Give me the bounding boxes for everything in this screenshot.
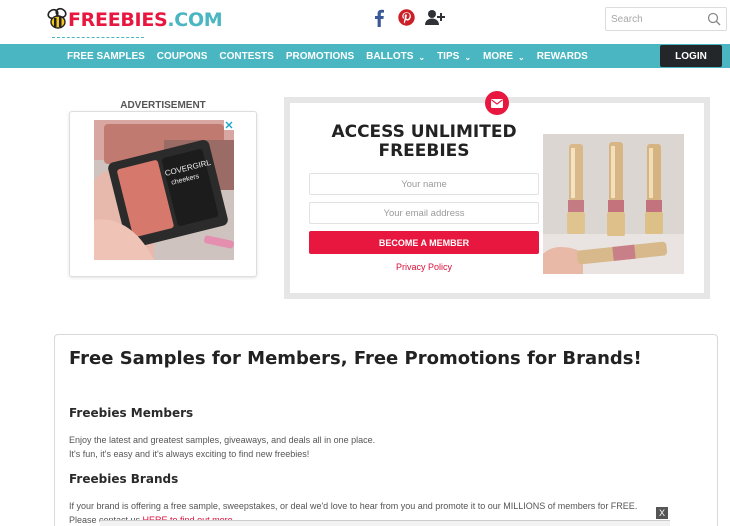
sticky-ad-close-button[interactable]: X: [656, 507, 668, 519]
advertisement-label: ADVERTISEMENT: [120, 100, 206, 111]
chevron-down-icon: ⌄: [418, 52, 426, 62]
nav-item-label: FREE SAMPLES: [67, 50, 145, 62]
site-header: FREEBIES.COM: [0, 0, 730, 44]
nav-item-label: CONTESTS: [219, 50, 274, 62]
advertisement-box[interactable]: COVERGIRL cheekers: [69, 111, 257, 277]
page-heading: Free Samples for Members, Free Promotion…: [69, 348, 642, 369]
nav-list: FREE SAMPLES COUPONS CONTESTS PROMOTIONS BAL…: [67, 44, 600, 68]
sticky-ad-banner[interactable]: [100, 520, 670, 526]
main-nav: FREE SAMPLES COUPONS CONTESTS PROMOTIONS BAL…: [0, 44, 730, 68]
nav-item-tips[interactable]: TIPS ⌄: [437, 51, 471, 62]
ad-product-image[interactable]: COVERGIRL cheekers: [94, 120, 234, 260]
become-member-button[interactable]: BECOME A MEMBER: [309, 231, 539, 254]
signup-title-line2: FREEBIES: [378, 141, 470, 161]
nav-item-rewards[interactable]: REWARDS: [537, 51, 588, 62]
envelope-icon: [485, 91, 509, 115]
chevron-down-icon: ⌄: [518, 52, 525, 62]
nav-item-label: BALLOTS: [366, 50, 414, 62]
facebook-icon[interactable]: [373, 9, 385, 27]
nav-item-ballots[interactable]: BALLOTS ⌄: [366, 51, 425, 62]
privacy-policy-link[interactable]: Privacy Policy: [309, 262, 539, 272]
login-button[interactable]: LOGIN: [660, 45, 722, 67]
members-heading: Freebies Members: [69, 406, 194, 420]
search-box: [605, 7, 727, 31]
chevron-down-icon: ⌄: [464, 52, 472, 62]
signup-title: ACCESS UNLIMITED FREEBIES: [309, 123, 539, 161]
pinterest-icon[interactable]: [398, 9, 415, 26]
nav-item-label: MORE: [483, 50, 514, 62]
search-input[interactable]: [606, 8, 702, 30]
search-icon[interactable]: [707, 12, 721, 26]
nav-item-more[interactable]: MORE ⌄: [483, 51, 525, 62]
members-paragraph-1: Enjoy the latest and greatest samples, g…: [69, 435, 376, 445]
email-field[interactable]: [309, 202, 539, 224]
logo-text-domain: .COM: [167, 9, 223, 31]
nav-item-coupons[interactable]: COUPONS: [157, 51, 208, 62]
nav-item-label: REWARDS: [536, 50, 588, 62]
nav-item-label: COUPONS: [156, 50, 208, 62]
site-logo[interactable]: FREEBIES.COM: [46, 5, 223, 39]
brands-heading: Freebies Brands: [69, 472, 179, 486]
logo-underline: [52, 34, 144, 38]
nav-item-label: TIPS: [437, 50, 460, 62]
bee-icon: [47, 7, 67, 29]
lipstick-promo-image: [543, 134, 684, 274]
add-user-icon[interactable]: [425, 9, 445, 26]
nav-item-contests[interactable]: CONTESTS: [219, 51, 273, 62]
brands-paragraph-1: If your brand is offering a free sample,…: [69, 501, 638, 511]
nav-item-label: PROMOTIONS: [285, 50, 355, 62]
name-field[interactable]: [309, 173, 539, 195]
members-paragraph-2: It's fun, it's easy and it's always exci…: [69, 449, 310, 459]
logo-text-main: FREEBIES: [68, 9, 168, 31]
nav-item-promotions[interactable]: PROMOTIONS: [286, 51, 354, 62]
logo-wordmark: FREEBIES.COM: [68, 9, 223, 31]
nav-item-free-samples[interactable]: FREE SAMPLES: [67, 51, 145, 62]
signup-title-line1: ACCESS UNLIMITED: [331, 122, 517, 142]
ad-close-icon[interactable]: [224, 120, 234, 130]
